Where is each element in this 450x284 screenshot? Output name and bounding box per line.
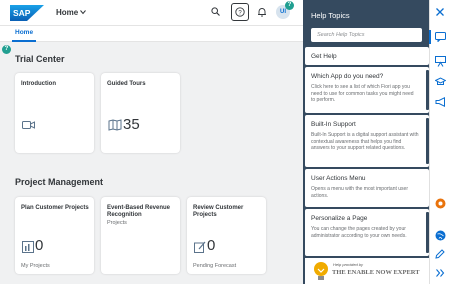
tab-home[interactable]: Home — [15, 29, 33, 36]
close-icon[interactable] — [435, 7, 445, 17]
megaphone-icon[interactable] — [435, 97, 446, 107]
expand-double-chevron-icon[interactable] — [435, 268, 445, 278]
tile-number: 35 — [123, 116, 140, 133]
globe-icon[interactable] — [435, 230, 446, 241]
chat-icon[interactable] — [435, 32, 446, 42]
svg-text:SAP: SAP — [13, 8, 31, 18]
help-search-input[interactable]: Search Help Topics — [311, 28, 422, 42]
help-item-desc: Built-In Support is a digital support as… — [311, 132, 419, 151]
help-item-title: Get Help — [311, 53, 337, 60]
presentation-icon[interactable] — [435, 56, 446, 67]
tab-home-underline — [12, 40, 36, 42]
help-item-user-actions-menu[interactable]: User Actions Menu Opens a menu with the … — [305, 169, 429, 207]
tab-bar: Home — [0, 26, 303, 42]
help-item-title: Personalize a Page — [311, 215, 368, 222]
help-badge-left[interactable]: ? — [2, 45, 11, 54]
learning-cap-icon[interactable] — [435, 77, 446, 87]
tile-review-customer-projects[interactable]: Review Customer Projects 0 Pending Forec… — [187, 197, 266, 274]
help-item-title: Which App do you need? — [311, 73, 384, 80]
tile-number: 0 — [207, 237, 216, 254]
shell-bar: SAP Home ? UI ? — [0, 0, 303, 26]
tile-plan-customer-projects[interactable]: Plan Customer Projects 0 My Projects — [15, 197, 94, 274]
tile-title: Plan Customer Projects — [21, 205, 89, 211]
help-item-title: User Actions Menu — [311, 175, 366, 182]
chevron-down-icon[interactable] — [80, 9, 86, 15]
map-icon — [108, 119, 122, 131]
tile-guided-tours[interactable]: Guided Tours 35 — [101, 73, 180, 153]
search-icon[interactable] — [211, 7, 220, 16]
help-item-built-in-support[interactable]: Built-In Support Built-In Support is a d… — [305, 115, 429, 167]
app-title[interactable]: Home — [56, 8, 78, 17]
tile-footer: Pending Forecast — [193, 263, 237, 269]
credit-label: Help provided by — [333, 262, 364, 267]
tile-title: Review Customer Projects — [193, 205, 244, 218]
right-rail — [429, 0, 450, 284]
pencil-icon[interactable] — [435, 249, 445, 259]
section-title-trial-center: Trial Center — [15, 54, 65, 64]
review-document-icon — [194, 241, 206, 253]
help-item-desc: You can change the pages created by your… — [311, 226, 407, 239]
help-item-get-help[interactable]: Get Help — [305, 47, 429, 65]
tile-introduction[interactable]: Introduction — [15, 73, 94, 153]
help-button[interactable]: ? — [231, 3, 249, 21]
rail-selection-indicator — [429, 30, 431, 44]
tile-footer: My Projects — [21, 263, 50, 269]
help-item-title: Built-In Support — [311, 121, 356, 128]
sap-logo[interactable]: SAP — [10, 5, 44, 21]
credit-name: THE ENABLE NOW EXPERT — [332, 269, 420, 276]
tile-title: Guided Tours — [107, 81, 146, 87]
help-panel-title: Help Topics — [311, 11, 350, 20]
help-topics-panel: Help Topics Search Help Topics Get Help … — [303, 0, 429, 284]
help-badge[interactable]: ? — [285, 1, 294, 10]
help-item-desc: Opens a menu with the most important use… — [311, 186, 408, 199]
help-icon: ? — [235, 7, 245, 17]
support-orange-icon[interactable] — [435, 198, 446, 209]
section-title-project-management: Project Management — [15, 177, 104, 187]
help-item-personalize-page[interactable]: Personalize a Page You can change the pa… — [305, 209, 429, 256]
app-root: SAP Home ? UI ? Home ? Trial Center Intr… — [0, 0, 450, 284]
tile-number: 0 — [35, 237, 44, 254]
lightbulb-logo-icon — [314, 262, 328, 280]
project-chart-icon — [22, 241, 34, 253]
notifications-bell-icon[interactable] — [257, 7, 267, 17]
help-item-which-app[interactable]: Which App do you need? Click here to see… — [305, 67, 429, 113]
help-item-desc: Click here to see a list of which Fiori … — [311, 84, 414, 103]
tile-event-based-revenue-recognition[interactable]: Event-Based Revenue Recognition Projects — [101, 197, 180, 274]
help-credit: Help provided by THE ENABLE NOW EXPERT — [305, 258, 429, 284]
tile-subtitle: Projects — [107, 220, 127, 226]
tile-title: Introduction — [21, 81, 56, 87]
video-camera-icon — [22, 121, 35, 129]
tile-title: Event-Based Revenue Recognition — [107, 205, 171, 218]
